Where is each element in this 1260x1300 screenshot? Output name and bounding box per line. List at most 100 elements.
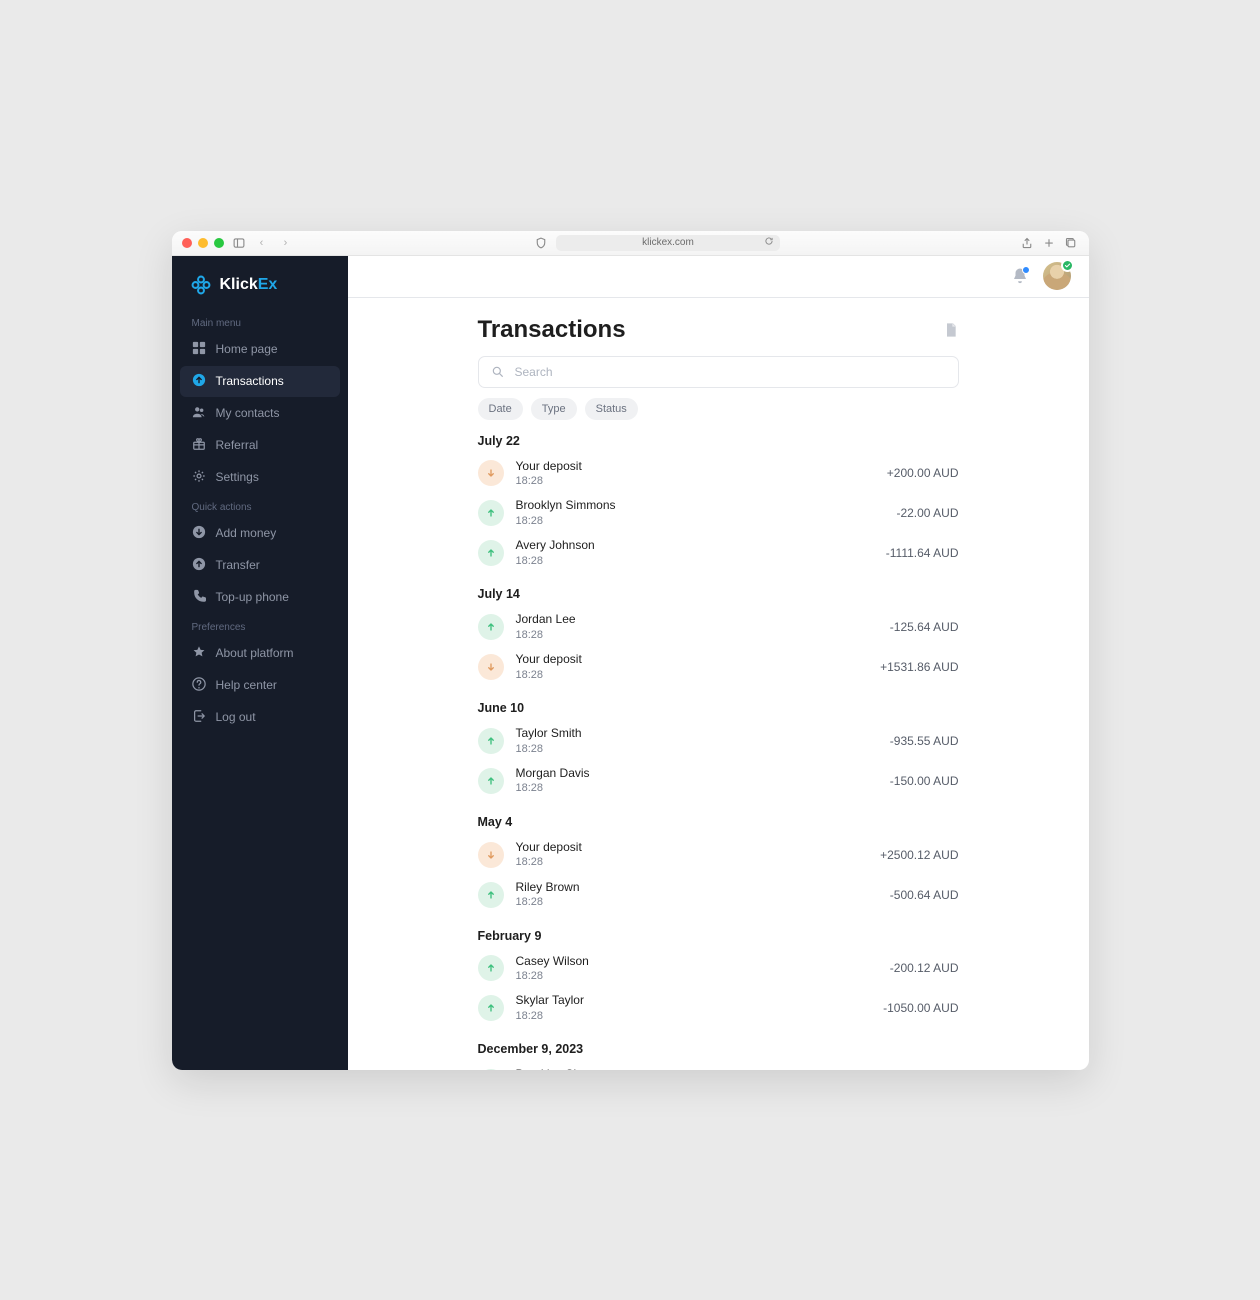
transaction-time: 18:28 [516,969,878,983]
transaction-time: 18:28 [516,554,874,568]
url-bar[interactable]: klickex.com [556,235,780,251]
sidebar-item-label: Transfer [216,558,260,572]
star-icon [192,645,206,662]
date-header: July 14 [478,587,959,601]
sidebar-item-logout[interactable]: Log out [180,702,340,733]
sidebar-item-help[interactable]: Help center [180,670,340,701]
transaction-row[interactable]: Your deposit 18:28 +1531.86 AUD [478,647,959,687]
transaction-row[interactable]: Casey Wilson 18:28 -200.12 AUD [478,949,959,989]
transaction-time: 18:28 [516,855,869,869]
sidebar-item-topup[interactable]: Top-up phone [180,582,340,613]
sidebar-item-contacts[interactable]: My contacts [180,398,340,429]
transaction-amount: -1111.64 AUD [886,546,959,560]
topbar [348,256,1089,298]
transaction-name: Riley Brown [516,880,878,896]
tabs-icon[interactable] [1064,236,1078,250]
transaction-row[interactable]: Taylor Smith 18:28 -935.55 AUD [478,721,959,761]
transaction-amount: -500.64 AUD [890,888,959,902]
transaction-row[interactable]: Morgan Davis 18:28 -150.00 AUD [478,761,959,801]
users-icon [192,405,206,422]
sidebar-item-label: My contacts [216,406,280,420]
new-tab-icon[interactable] [1042,236,1056,250]
sidebar-section-header: Quick actions [180,494,340,517]
content: Transactions Date Type Status July 22 Your… [348,298,1089,1070]
filter-chips: Date Type Status [478,398,959,420]
transaction-name: Your deposit [516,652,869,668]
transaction-row[interactable]: Your deposit 18:28 +2500.12 AUD [478,835,959,875]
transaction-time: 18:28 [516,742,878,756]
shield-icon[interactable] [534,236,548,250]
sidebar-item-tx[interactable]: Transactions [180,366,340,397]
sidebar-item-label: Referral [216,438,259,452]
sidebar-item-label: Transactions [216,374,284,388]
sidebar-item-label: About platform [216,646,294,660]
search-field[interactable] [513,364,946,380]
transaction-time: 18:28 [516,1009,872,1023]
sidebar-item-referral[interactable]: Referral [180,430,340,461]
sidebar-item-label: Add money [216,526,277,540]
transaction-time: 18:28 [516,628,878,642]
page-title: Transactions [478,316,626,344]
filter-chip-type[interactable]: Type [531,398,577,420]
transaction-row[interactable]: Avery Johnson 18:28 -1111.64 AUD [478,533,959,573]
transaction-name: Avery Johnson [516,538,874,554]
arrow-down-icon [478,842,504,868]
filter-chip-status[interactable]: Status [585,398,638,420]
transaction-amount: -935.55 AUD [890,734,959,748]
transaction-time: 18:28 [516,668,869,682]
filter-chip-date[interactable]: Date [478,398,523,420]
arrow-up-icon [478,882,504,908]
transaction-time: 18:28 [516,781,878,795]
avatar[interactable] [1043,262,1071,290]
uparrow-icon [192,373,206,390]
down-circle-icon [192,525,206,542]
sidebar-item-label: Top-up phone [216,590,289,604]
sidebar-item-about[interactable]: About platform [180,638,340,669]
transaction-row[interactable]: Skylar Taylor 18:28 -1050.00 AUD [478,988,959,1028]
transaction-amount: -125.64 AUD [890,620,959,634]
transaction-row[interactable]: Your deposit 18:28 +200.00 AUD [478,454,959,494]
browser-window: ‹ › klickex.com [172,231,1089,1070]
share-icon[interactable] [1020,236,1034,250]
reload-icon[interactable] [764,236,774,249]
gift-icon [192,437,206,454]
arrow-up-icon [478,500,504,526]
date-header: May 4 [478,815,959,829]
nav-back-icon[interactable]: ‹ [254,237,270,249]
sidebar-item-label: Settings [216,470,259,484]
date-header: July 22 [478,434,959,448]
sidebar: KlickEx Main menuHome page Transactions My… [172,256,348,1070]
transaction-amount: -22.00 AUD [896,506,958,520]
up-circle-icon [192,557,206,574]
transaction-row[interactable]: Brooklyn Simmons 18:28 -22.00 AUD [478,493,959,533]
transaction-name: Morgan Davis [516,766,878,782]
nav-forward-icon[interactable]: › [278,237,294,249]
export-document-icon[interactable] [943,322,959,338]
transaction-time: 18:28 [516,514,885,528]
sidebar-item-home[interactable]: Home page [180,334,340,365]
transaction-row[interactable]: Riley Brown 18:28 -500.64 AUD [478,875,959,915]
close-window-icon[interactable] [182,238,192,248]
arrow-down-icon [478,460,504,486]
sidebar-toggle-icon[interactable] [232,236,246,250]
notifications-icon[interactable] [1011,267,1029,285]
sidebar-item-addmoney[interactable]: Add money [180,518,340,549]
sidebar-section-header: Main menu [180,310,340,333]
brand-name: KlickEx [220,276,278,294]
transaction-row[interactable]: Jordan Lee 18:28 -125.64 AUD [478,607,959,647]
search-input[interactable] [478,356,959,388]
date-header: February 9 [478,929,959,943]
transaction-time: 18:28 [516,474,875,488]
arrow-up-icon [478,540,504,566]
transaction-amount: -150.00 AUD [890,774,959,788]
transaction-row[interactable]: Brooklyn Simmons 18:28 -200.00 AUD [478,1062,959,1069]
main: Transactions Date Type Status July 22 Your… [348,256,1089,1070]
sidebar-item-transfer[interactable]: Transfer [180,550,340,581]
brand[interactable]: KlickEx [180,270,340,308]
sidebar-item-settings[interactable]: Settings [180,462,340,493]
minimize-window-icon[interactable] [198,238,208,248]
logout-icon [192,709,206,726]
transaction-amount: +200.00 AUD [887,466,959,480]
gear-icon [192,469,206,486]
zoom-window-icon[interactable] [214,238,224,248]
